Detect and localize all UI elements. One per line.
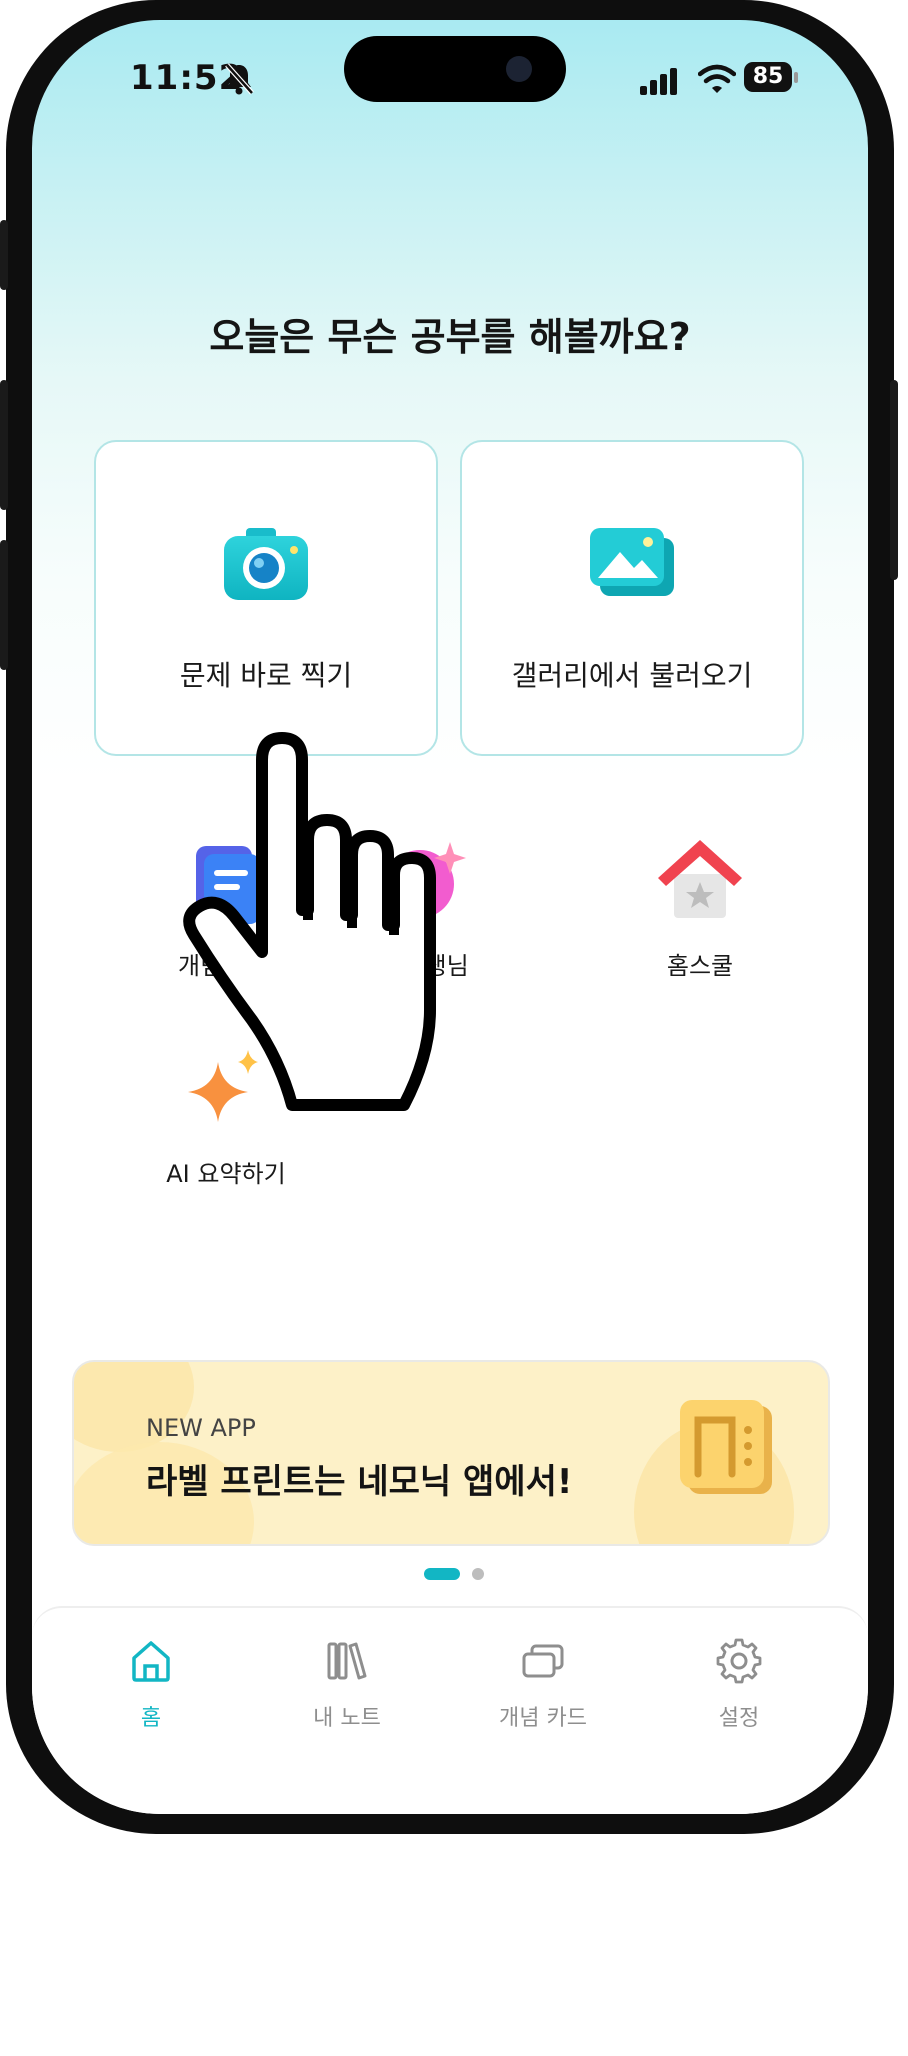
- battery-indicator: 85: [744, 62, 800, 94]
- silent-bell-icon: [225, 63, 254, 95]
- gallery-icon: [590, 528, 674, 596]
- page-dot[interactable]: [472, 1568, 484, 1580]
- homeschool-feature[interactable]: 홈스쿨: [600, 832, 800, 981]
- nemonic-tile-icon: [680, 1400, 772, 1494]
- side-button: [0, 220, 8, 290]
- take-photo-card[interactable]: 문제 바로 찍기: [94, 440, 438, 756]
- cards-icon: [522, 1644, 564, 1678]
- promo-banner[interactable]: NEW APP 라벨 프린트는 네모닉 앱에서!: [72, 1360, 830, 1546]
- page-dot-active[interactable]: [424, 1568, 460, 1580]
- cellular-signal-icon: [640, 68, 677, 95]
- homeschool-icon: [658, 840, 742, 918]
- tab-concept-cards-label: 개념 카드: [499, 1706, 587, 1731]
- bottom-tab-bar: 홈 내 노트 개념 카드 설정: [32, 1606, 868, 1814]
- volume-up-button: [0, 380, 8, 510]
- homeschool-label: 홈스쿨: [666, 952, 734, 980]
- camera-icon: [224, 528, 308, 600]
- banner-tag: NEW APP: [146, 1414, 256, 1442]
- banner-pagination: [32, 1568, 868, 1582]
- battery-nub: [794, 72, 798, 83]
- tab-settings-label: 설정: [718, 1706, 760, 1731]
- wifi-icon: [698, 64, 736, 93]
- gallery-import-card[interactable]: 갤러리에서 불러오기: [460, 440, 804, 756]
- battery-level: 85: [744, 62, 792, 92]
- dynamic-island: [344, 36, 566, 102]
- ai-summary-label: AI 요약하기: [166, 1160, 286, 1188]
- tap-hand-pointer-icon: [183, 732, 436, 1111]
- gear-icon: [716, 1638, 762, 1684]
- status-bar: 11:52 85: [32, 20, 868, 140]
- home-icon: [132, 1641, 170, 1682]
- power-button: [890, 380, 898, 580]
- phone-frame: 11:52 85 오늘은 무슨 공부를 해볼까요? 문제 바로 찍기 갤러리에서…: [0, 0, 898, 1834]
- gallery-import-label: 갤러리에서 불러오기: [511, 659, 753, 692]
- tab-concept-cards[interactable]: 개념 카드: [468, 1638, 618, 1732]
- tab-home[interactable]: 홈: [76, 1638, 226, 1732]
- tab-settings[interactable]: 설정: [664, 1638, 814, 1732]
- page-title: 오늘은 무슨 공부를 해볼까요?: [209, 315, 691, 359]
- app-screen: 11:52 85 오늘은 무슨 공부를 해볼까요? 문제 바로 찍기 갤러리에서…: [32, 20, 868, 1814]
- tab-my-notes-label: 내 노트: [313, 1706, 381, 1731]
- banner-title: 라벨 프린트는 네모닉 앱에서!: [146, 1462, 573, 1502]
- take-photo-label: 문제 바로 찍기: [179, 659, 353, 692]
- tab-my-notes[interactable]: 내 노트: [272, 1638, 422, 1732]
- volume-down-button: [0, 540, 8, 670]
- tab-home-label: 홈: [140, 1706, 162, 1731]
- library-icon: [327, 1642, 367, 1680]
- front-camera: [506, 56, 532, 82]
